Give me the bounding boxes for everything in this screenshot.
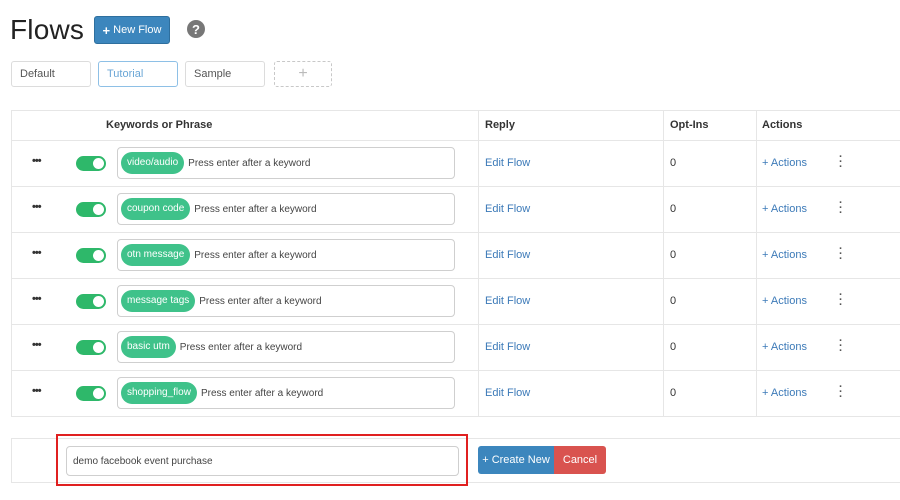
page-title: Flows xyxy=(10,14,85,45)
column-header-keywords: Keywords or Phrase xyxy=(106,119,213,131)
ellipsis-horizontal-icon[interactable]: ••• xyxy=(32,293,42,305)
keyword-input[interactable] xyxy=(179,341,380,353)
add-tab-button[interactable]: + xyxy=(274,61,332,87)
enable-toggle[interactable] xyxy=(76,386,106,401)
add-actions-link[interactable]: + Actions xyxy=(762,295,807,307)
keyword-input[interactable] xyxy=(188,157,389,169)
question-circle-icon[interactable]: ? xyxy=(187,20,205,38)
edit-flow-link[interactable]: Edit Flow xyxy=(485,387,530,399)
table-row: ••• basic utm Edit Flow 0 + Actions ··· xyxy=(11,325,900,371)
ellipsis-vertical-icon[interactable]: · · · xyxy=(839,152,843,173)
table-row: ••• video/audio Edit Flow 0 + Actions ··… xyxy=(11,141,900,187)
table-header: Keywords or Phrase Reply Opt-Ins Actions xyxy=(11,110,900,141)
optins-count: 0 xyxy=(670,295,677,307)
tab-default[interactable]: Default xyxy=(11,61,91,87)
ellipsis-vertical-icon[interactable]: · · · xyxy=(839,382,843,403)
add-actions-link[interactable]: + Actions xyxy=(762,249,807,261)
keyword-field[interactable]: coupon code xyxy=(117,193,455,225)
edit-flow-link[interactable]: Edit Flow xyxy=(485,157,530,169)
enable-toggle[interactable] xyxy=(76,202,106,217)
table-row: ••• message tags Edit Flow 0 + Actions ·… xyxy=(11,279,900,325)
ellipsis-horizontal-icon[interactable]: ••• xyxy=(32,339,42,351)
column-header-reply: Reply xyxy=(485,119,515,131)
add-actions-link[interactable]: + Actions xyxy=(762,341,807,353)
optins-count: 0 xyxy=(670,387,677,399)
add-actions-link[interactable]: + Actions xyxy=(762,157,807,169)
keyword-field[interactable]: message tags xyxy=(117,285,455,317)
optins-count: 0 xyxy=(670,249,677,261)
keyword-chip[interactable]: otn message xyxy=(121,244,191,266)
edit-flow-link[interactable]: Edit Flow xyxy=(485,341,530,353)
keyword-input[interactable] xyxy=(194,249,395,261)
new-flow-button[interactable]: + New Flow xyxy=(94,16,170,44)
table-row: ••• coupon code Edit Flow 0 + Actions ··… xyxy=(11,187,900,233)
optins-count: 0 xyxy=(670,157,677,169)
ellipsis-horizontal-icon[interactable]: ••• xyxy=(32,385,42,397)
plus-icon: + xyxy=(102,22,111,38)
column-header-actions: Actions xyxy=(762,119,803,131)
ellipsis-horizontal-icon[interactable]: ••• xyxy=(32,247,42,259)
edit-flow-link[interactable]: Edit Flow xyxy=(485,203,530,215)
table-row: ••• otn message Edit Flow 0 + Actions ··… xyxy=(11,233,900,279)
add-actions-link[interactable]: + Actions xyxy=(762,387,807,399)
enable-toggle[interactable] xyxy=(76,340,106,355)
table-row: ••• shopping_flow Edit Flow 0 + Actions … xyxy=(11,371,900,417)
ellipsis-horizontal-icon[interactable]: ••• xyxy=(32,201,42,213)
keyword-input[interactable] xyxy=(200,387,401,399)
optins-count: 0 xyxy=(670,341,677,353)
tab-tutorial[interactable]: Tutorial xyxy=(98,61,178,87)
keyword-chip[interactable]: message tags xyxy=(121,290,196,312)
add-actions-link[interactable]: + Actions xyxy=(762,203,807,215)
tab-sample[interactable]: Sample xyxy=(185,61,265,87)
create-new-button[interactable]: + Create New xyxy=(478,446,554,474)
edit-flow-link[interactable]: Edit Flow xyxy=(485,295,530,307)
keyword-field[interactable]: video/audio xyxy=(117,147,455,179)
enable-toggle[interactable] xyxy=(76,248,106,263)
keyword-field[interactable]: basic utm xyxy=(117,331,455,363)
page-header: Flows xyxy=(10,12,84,48)
new-flow-keyword-input[interactable] xyxy=(66,446,459,476)
ellipsis-vertical-icon[interactable]: · · · xyxy=(839,290,843,311)
keyword-chip[interactable]: shopping_flow xyxy=(121,382,197,404)
enable-toggle[interactable] xyxy=(76,294,106,309)
keyword-field[interactable]: otn message xyxy=(117,239,455,271)
ellipsis-vertical-icon[interactable]: · · · xyxy=(839,198,843,219)
cancel-button[interactable]: Cancel xyxy=(554,446,606,474)
keyword-input[interactable] xyxy=(194,203,395,215)
keyword-input[interactable] xyxy=(199,295,400,307)
column-header-optins: Opt-Ins xyxy=(670,119,709,131)
keyword-chip[interactable]: basic utm xyxy=(121,336,176,358)
keyword-chip[interactable]: coupon code xyxy=(121,198,191,220)
ellipsis-vertical-icon[interactable]: · · · xyxy=(839,336,843,357)
optins-count: 0 xyxy=(670,203,677,215)
ellipsis-vertical-icon[interactable]: · · · xyxy=(839,244,843,265)
new-flow-label: New Flow xyxy=(113,24,162,36)
ellipsis-horizontal-icon[interactable]: ••• xyxy=(32,155,42,167)
keyword-chip[interactable]: video/audio xyxy=(121,152,185,174)
keyword-field[interactable]: shopping_flow xyxy=(117,377,455,409)
edit-flow-link[interactable]: Edit Flow xyxy=(485,249,530,261)
enable-toggle[interactable] xyxy=(76,156,106,171)
